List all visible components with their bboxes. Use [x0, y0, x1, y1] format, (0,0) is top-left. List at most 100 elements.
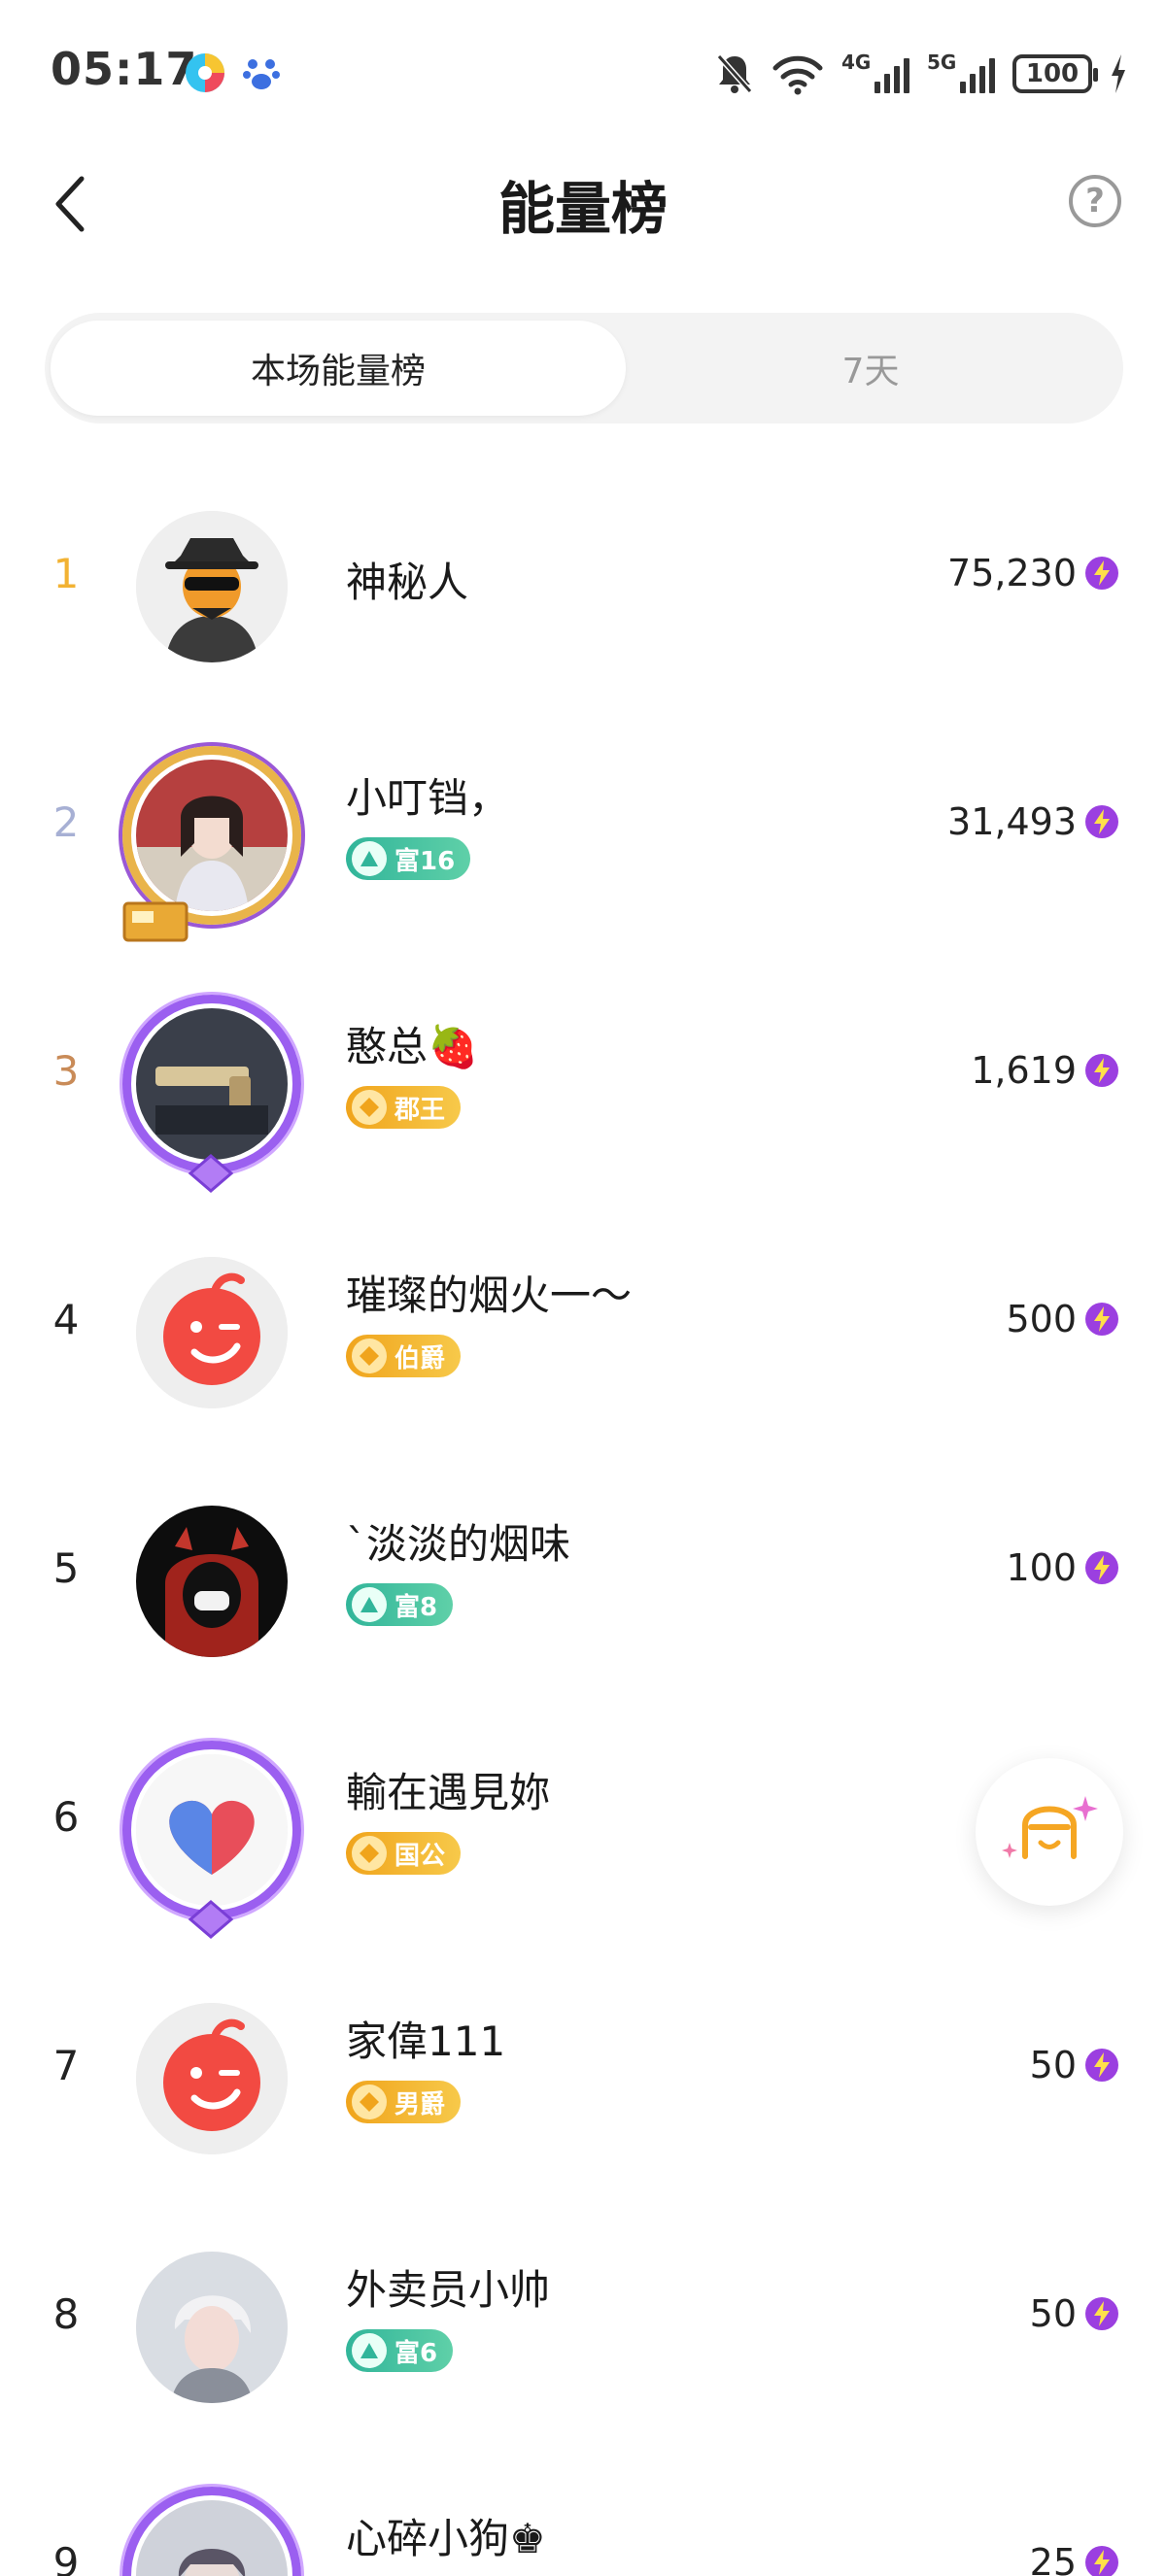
- ranking-row[interactable]: 5 `淡淡的烟味 富8 100: [0, 1451, 1166, 1700]
- ranking-row[interactable]: 8 外卖员小帅 富6 50: [0, 2197, 1166, 2446]
- lightning-icon: [1085, 557, 1118, 590]
- badge-label: 男爵: [394, 2089, 446, 2119]
- signal-4g-icon: 4G: [841, 51, 909, 93]
- lightning-icon: [1085, 1551, 1118, 1584]
- lightning-icon: [1085, 2049, 1118, 2082]
- user-name: 輸在遇見妳: [346, 1769, 551, 1816]
- lightning-icon: [1085, 1054, 1118, 1087]
- avatar-frame: [122, 2487, 301, 2576]
- status-time: 05:17: [51, 43, 198, 95]
- status-bar: 05:17 4G 5G 100: [0, 0, 1166, 136]
- signal-4g-label: 4G: [841, 51, 872, 74]
- tab-bar: 本场能量榜 7天: [45, 313, 1123, 424]
- wealth-level-badge: 富6: [346, 2329, 454, 2372]
- rank-number: 5: [52, 1544, 80, 1592]
- diamond-icon: [352, 1339, 387, 1373]
- badge-label: 富16: [394, 846, 456, 876]
- energy-score: 31,493: [947, 800, 1077, 843]
- frame-gem-icon: [188, 1900, 234, 1939]
- frame-gem-icon: [188, 1154, 234, 1193]
- avatar-frame: [122, 995, 301, 1173]
- lightning-icon: [1085, 2297, 1118, 2330]
- assistant-face-icon: [1002, 1796, 1098, 1859]
- triangle-gem-icon: [352, 841, 387, 876]
- lightning-icon: [1085, 1303, 1118, 1336]
- badge-label: 国公: [394, 1841, 446, 1871]
- bell-muted-icon: [716, 54, 753, 93]
- gold-card-icon: [122, 901, 189, 942]
- mystery-man-avatar-icon: [136, 511, 288, 662]
- energy-score: 1,619: [971, 1049, 1077, 1092]
- wifi-icon: [772, 55, 823, 95]
- user-name: 外卖员小帅: [346, 2266, 551, 2314]
- energy-score: 50: [1029, 2292, 1077, 2335]
- energy-score: 500: [1006, 1298, 1077, 1340]
- rank-number: 2: [52, 798, 80, 846]
- rank-number: 7: [52, 2042, 80, 2089]
- default-wink-avatar-icon: [136, 2003, 288, 2154]
- user-name: 家偉111: [346, 2017, 506, 2065]
- wealth-level-badge: 富16: [346, 837, 471, 880]
- signal-5g-icon: 5G: [927, 51, 995, 93]
- badge-label: 郡王: [394, 1095, 446, 1125]
- wealth-level-badge: 富8: [346, 1583, 454, 1626]
- app-notification-icon: [186, 53, 224, 92]
- tab-7-days[interactable]: 7天: [628, 321, 1114, 416]
- user-name: 憨总🍓: [346, 1023, 479, 1070]
- diamond-icon: [352, 1836, 387, 1871]
- lightning-icon: [1085, 2546, 1118, 2576]
- noble-level-badge: 伯爵: [346, 1335, 462, 1377]
- avatar: [136, 1257, 288, 1408]
- diamond-icon: [352, 2085, 387, 2119]
- paw-notification-icon: [243, 59, 280, 89]
- devil-hood-avatar-icon: [136, 1506, 288, 1657]
- triangle-gem-icon: [352, 2333, 387, 2368]
- default-wink-avatar-icon: [136, 1257, 288, 1408]
- battery-indicator: 100: [1012, 54, 1098, 93]
- avatar: [136, 2252, 288, 2403]
- floating-assistant-button[interactable]: [976, 1758, 1123, 1906]
- charging-icon: [1112, 54, 1125, 93]
- help-button[interactable]: ?: [1069, 175, 1121, 227]
- ranking-row[interactable]: 2 小叮铛， 富16 31,493: [0, 705, 1166, 954]
- rank-number: 6: [52, 1793, 80, 1841]
- rank-number: 8: [52, 2290, 80, 2338]
- energy-score: 100: [1006, 1546, 1077, 1589]
- battery-level: 100: [1025, 59, 1080, 88]
- badge-label: 富6: [394, 2338, 438, 2368]
- ranking-row[interactable]: 7 家偉111 男爵 50: [0, 1949, 1166, 2197]
- avatar: [136, 2003, 288, 2154]
- status-indicators: 4G 5G 100: [715, 49, 1127, 99]
- user-name: 神秘人: [346, 559, 469, 606]
- rank-number: 1: [52, 550, 80, 597]
- ranking-row[interactable]: 4 璀璨的烟火一～ 伯爵 500: [0, 1203, 1166, 1451]
- noble-level-badge: 郡王: [346, 1086, 462, 1129]
- ranking-row[interactable]: 1 神秘人 75,230: [0, 457, 1166, 705]
- noble-level-badge: 男爵: [346, 2081, 462, 2123]
- question-circle-icon: ?: [1085, 182, 1105, 220]
- anime-boy-avatar-icon: [136, 2252, 288, 2403]
- rank-number: 9: [52, 2539, 80, 2576]
- badge-label: 伯爵: [394, 1343, 446, 1373]
- triangle-gem-icon: [352, 1587, 387, 1622]
- lightning-icon: [1085, 805, 1118, 838]
- ranking-row[interactable]: 9 心碎小狗♚ 25: [0, 2446, 1166, 2576]
- tab-current-session[interactable]: 本场能量榜: [51, 321, 626, 416]
- diamond-icon: [352, 1090, 387, 1125]
- energy-score: 25: [1029, 2541, 1077, 2576]
- page-title: 能量榜: [497, 176, 668, 242]
- user-name: 小叮铛，: [346, 774, 510, 822]
- signal-5g-label: 5G: [927, 51, 957, 74]
- avatar: [136, 511, 288, 662]
- energy-score: 50: [1029, 2044, 1077, 2086]
- user-name: 心碎小狗♚: [346, 2515, 546, 2562]
- badge-label: 富8: [394, 1592, 438, 1622]
- ranking-row[interactable]: 3 憨总🍓 郡王 1,619: [0, 954, 1166, 1203]
- rank-number: 3: [52, 1047, 80, 1095]
- energy-score: 75,230: [947, 552, 1077, 594]
- avatar-frame: [122, 1741, 301, 1919]
- user-name: `淡淡的烟味: [346, 1520, 571, 1568]
- rank-number: 4: [52, 1296, 80, 1343]
- noble-level-badge: 国公: [346, 1832, 462, 1875]
- avatar: [136, 1506, 288, 1657]
